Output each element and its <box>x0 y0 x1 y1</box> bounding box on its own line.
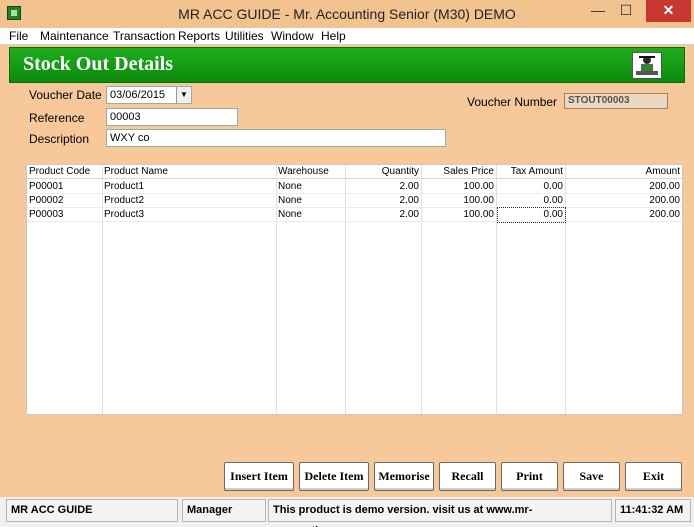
table-cell[interactable]: P00001 <box>29 180 101 194</box>
menu-file[interactable]: File <box>9 29 28 43</box>
col-sales-price[interactable]: Sales Price <box>423 165 494 179</box>
col-quantity[interactable]: Quantity <box>347 165 419 179</box>
description-field[interactable]: WXY co <box>106 129 446 147</box>
maximize-button[interactable]: ☐ <box>612 0 640 22</box>
status-time: 11:41:32 AM <box>615 499 691 522</box>
voucher-number-field: STOUT00003 <box>564 93 668 109</box>
table-cell[interactable]: None <box>278 180 344 194</box>
table-cell[interactable]: 100.00 <box>423 180 494 194</box>
table-cell[interactable]: 200.00 <box>567 180 680 194</box>
exit-button[interactable]: Exit <box>625 462 682 491</box>
status-message: This product is demo version. visit us a… <box>268 499 612 527</box>
close-button[interactable]: ✕ <box>646 0 691 22</box>
status-bar: MR ACC GUIDE Manager This product is dem… <box>0 497 694 527</box>
insert-item-button[interactable]: Insert Item <box>224 462 294 491</box>
menu-transaction[interactable]: Transaction <box>113 29 175 43</box>
voucher-date-label: Voucher Date <box>29 88 102 102</box>
memorise-button[interactable]: Memorise <box>374 462 434 491</box>
reference-label: Reference <box>29 111 85 125</box>
col-product-code[interactable]: Product Code <box>29 165 101 179</box>
menu-reports[interactable]: Reports <box>178 29 220 43</box>
table-cell[interactable]: 2.00 <box>347 208 419 222</box>
table-cell[interactable]: 200.00 <box>567 208 680 222</box>
voucher-number-label: Voucher Number <box>467 95 558 109</box>
table-cell[interactable]: Product2 <box>104 194 274 208</box>
table-cell[interactable]: 100.00 <box>423 208 494 222</box>
status-company: MR ACC GUIDE <box>6 499 178 522</box>
title-bar: MR ACC GUIDE - Mr. Accounting Senior (M3… <box>0 0 694 28</box>
header-band: Stock Out Details <box>9 47 685 83</box>
chevron-down-icon[interactable]: ▼ <box>176 87 191 103</box>
print-button[interactable]: Print <box>501 462 558 491</box>
table-cell[interactable]: P00003 <box>29 208 101 222</box>
items-grid[interactable]: Product Code Product Name Warehouse Quan… <box>26 164 683 415</box>
table-cell[interactable]: Product3 <box>104 208 274 222</box>
table-cell[interactable]: 200.00 <box>567 194 680 208</box>
table-cell[interactable]: 2.00 <box>347 194 419 208</box>
description-label: Description <box>29 132 90 146</box>
table-cell[interactable]: Product1 <box>104 180 274 194</box>
col-amount[interactable]: Amount <box>567 165 680 179</box>
menu-bar: File Maintenance Transaction Reports Uti… <box>0 28 694 45</box>
accountant-logo-icon <box>632 52 662 79</box>
menu-window[interactable]: Window <box>271 29 314 43</box>
delete-item-button[interactable]: Delete Item <box>299 462 369 491</box>
col-product-name[interactable]: Product Name <box>104 165 274 179</box>
status-user: Manager <box>182 499 266 522</box>
table-cell[interactable]: P00002 <box>29 194 101 208</box>
table-cell[interactable]: 100.00 <box>423 194 494 208</box>
menu-maintenance[interactable]: Maintenance <box>40 29 109 43</box>
table-cell[interactable]: 0.00 <box>498 180 563 194</box>
save-button[interactable]: Save <box>563 462 620 491</box>
page-title: Stock Out Details <box>23 53 173 75</box>
col-warehouse[interactable]: Warehouse <box>278 165 344 179</box>
menu-utilities[interactable]: Utilities <box>225 29 264 43</box>
table-cell[interactable]: None <box>278 208 344 222</box>
minimize-button[interactable]: — <box>584 0 612 22</box>
table-cell[interactable]: 0.00 <box>498 194 563 208</box>
col-tax-amount[interactable]: Tax Amount <box>498 165 563 179</box>
table-cell[interactable]: 2.00 <box>347 180 419 194</box>
reference-field[interactable]: 00003 <box>106 108 238 126</box>
table-cell[interactable]: None <box>278 194 344 208</box>
recall-button[interactable]: Recall <box>439 462 496 491</box>
menu-help[interactable]: Help <box>321 29 346 43</box>
table-cell-focused[interactable]: 0.00 <box>497 207 566 223</box>
